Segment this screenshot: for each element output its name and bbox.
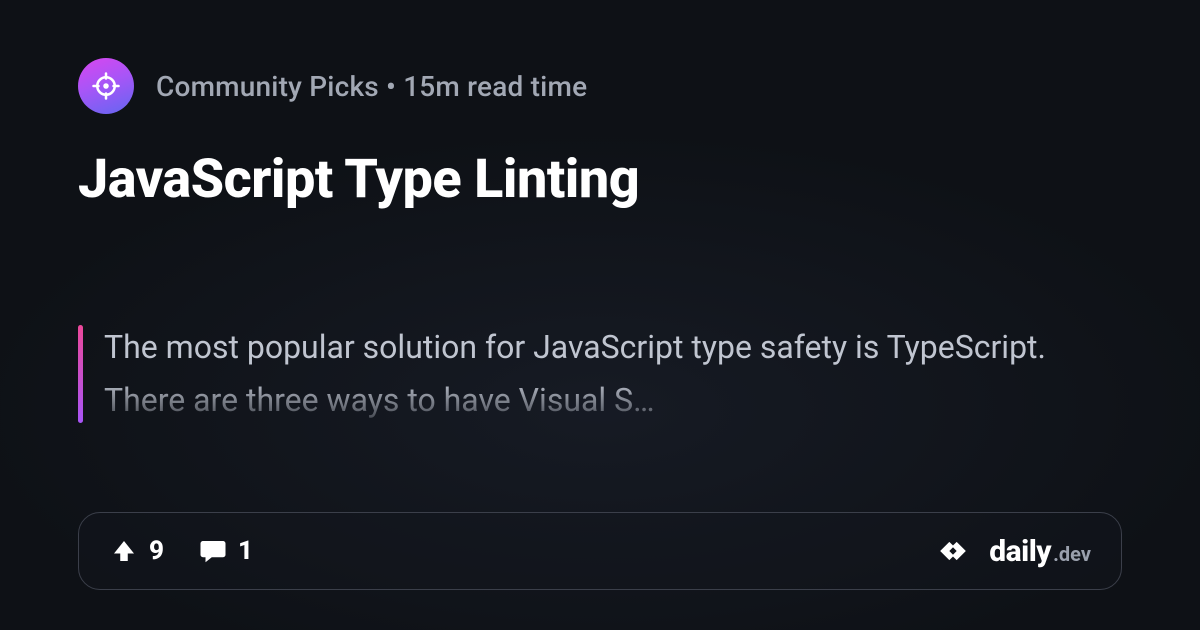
comment-count: 1 [238,536,253,566]
brand-tld: .dev [1053,542,1091,566]
meta-text: Community Picks • 15m read time [156,70,587,103]
brand: daily.dev [931,529,1091,573]
meta-separator: • [379,70,403,103]
brand-logo-icon [931,529,975,573]
comment-icon [198,536,228,566]
article-excerpt: The most popular solution for JavaScript… [104,321,1122,427]
social-card: Community Picks • 15m read time JavaScri… [0,0,1200,630]
upvote-stat: 9 [109,536,164,566]
comment-stat: 1 [198,536,253,566]
excerpt-block: The most popular solution for JavaScript… [78,321,1122,427]
accent-bar [78,325,83,423]
crosshair-icon [91,71,121,101]
source-avatar [78,58,134,114]
footer-bar: 9 1 daily.dev [78,512,1122,590]
brand-name: daily [989,534,1051,569]
upvote-icon [109,536,139,566]
meta-row: Community Picks • 15m read time [78,58,1122,114]
article-title: JavaScript Type Linting [78,148,1122,211]
upvote-count: 9 [149,536,164,566]
source-name: Community Picks [156,70,379,103]
read-time: 15m read time [403,70,587,103]
brand-text: daily.dev [989,534,1091,569]
